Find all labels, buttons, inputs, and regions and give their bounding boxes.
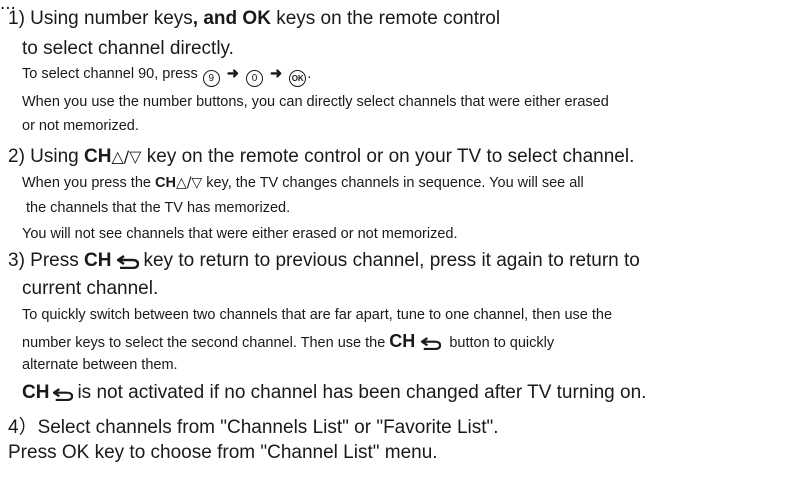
- step3-text-b: key to return to previous channel, press…: [143, 250, 640, 271]
- step2-note1-ch: CH: [155, 175, 176, 191]
- step2-note3: You will not see channels that were eith…: [22, 226, 458, 242]
- step3-warning: CH is not activated if no channel has bee…: [22, 382, 646, 407]
- step3-heading: 3) Press CH key to return to previous cha…: [8, 250, 640, 275]
- step4-heading: 4）Select channels from "Channels List" o…: [8, 417, 499, 438]
- step1-example: To select channel 90, press 9 ➜ 0 ➜ OK.: [22, 66, 311, 87]
- step3-heading-line2: current channel.: [22, 278, 159, 299]
- step2-note1-a: When you press the: [22, 175, 155, 191]
- key-ok-icon: OK: [289, 70, 307, 87]
- step3-note1: To quickly switch between two channels t…: [22, 307, 613, 323]
- up-down-triangle-icon: △/▽: [175, 175, 203, 191]
- step1-text-c: keys on the remote control: [270, 8, 501, 29]
- step1-note-line1: When you use the number buttons, you can…: [22, 94, 609, 110]
- step2-note1: When you press the CH△/▽ key, the TV cha…: [22, 175, 584, 191]
- step3-note2-b: button to quickly: [445, 335, 555, 351]
- step1-example-end: .: [307, 66, 312, 82]
- step2-note2: the channels that the TV has memorized.: [26, 200, 291, 216]
- key-9-icon: 9: [202, 70, 220, 87]
- key-0-icon: 0: [245, 70, 263, 87]
- step1-example-text: To select channel 90, press: [22, 66, 202, 82]
- return-arrow-icon: [420, 337, 442, 354]
- return-arrow-icon: [116, 253, 140, 275]
- step2-text-b: key on the remote control or on your TV …: [141, 146, 635, 167]
- step3-note2-ch: CH: [389, 331, 416, 351]
- up-down-triangle-icon: △/▽: [111, 147, 142, 166]
- step1-ok: OK: [242, 8, 271, 29]
- arrow-right-icon: ➜: [270, 66, 283, 82]
- step3-note3: alternate between them.: [22, 357, 178, 373]
- step2-ch: CH: [84, 146, 112, 167]
- step3-warning-ch: CH: [22, 382, 50, 403]
- step4-footer: Press OK key to choose from "Channel Lis…: [8, 442, 438, 463]
- step3-note2: number keys to select the second channel…: [22, 331, 554, 354]
- step1-comma: , and: [192, 8, 243, 29]
- step3-warning-text: is not activated if no channel has been …: [77, 382, 647, 403]
- step1-heading-line2: to select channel directly.: [22, 38, 234, 59]
- step3-text-a: 3) Press: [8, 250, 85, 271]
- step2-text-a: 2) Using: [8, 146, 85, 167]
- step1-note-line2: or not memorized.: [22, 118, 139, 134]
- step2-heading: 2) Using CH△/▽ key on the remote control…: [8, 146, 634, 168]
- step1-heading: 1) Using number keys, and OK keys on the…: [8, 8, 500, 30]
- step2-note1-b: key, the TV changes channels in sequence…: [202, 175, 584, 191]
- step3-note2-a: number keys to select the second channel…: [22, 335, 390, 351]
- step3-ch: CH: [84, 250, 112, 271]
- return-arrow-icon: [52, 385, 74, 407]
- step1-text-a: 1) Using number keys: [8, 8, 193, 29]
- arrow-right-icon: ➜: [226, 66, 239, 82]
